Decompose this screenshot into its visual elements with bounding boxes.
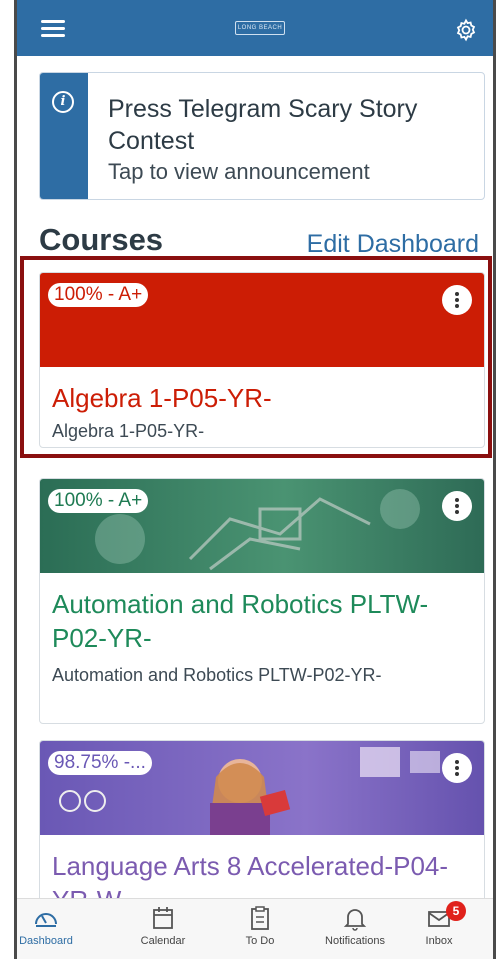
course-card-algebra[interactable]: 100% - A+ Algebra 1-P05-YR- Algebra 1-P0…	[39, 272, 485, 448]
tab-label: To Do	[245, 935, 275, 947]
announcement-subtitle: Tap to view announcement	[108, 159, 370, 184]
tab-dashboard[interactable]: Dashboard	[17, 905, 91, 947]
course-name: Algebra 1-P05-YR-	[52, 383, 272, 413]
announcement-stripe: i	[40, 73, 88, 199]
hamburger-menu-icon[interactable]	[41, 20, 65, 38]
bell-icon	[343, 909, 367, 931]
courses-heading: Courses	[39, 222, 164, 257]
tab-inbox[interactable]: 5 Inbox	[394, 901, 484, 947]
grade-badge: 100% - A+	[48, 489, 149, 513]
todo-icon	[251, 906, 269, 930]
grade-badge: 100% - A+	[48, 283, 149, 307]
tab-notifications[interactable]: Notifications	[310, 905, 400, 947]
tab-label: Notifications	[325, 935, 385, 947]
course-options-icon[interactable]	[442, 285, 472, 315]
app-screen: LONG BEACH i Press Telegram Scary Story …	[14, 0, 496, 959]
top-navigation-bar: LONG BEACH	[17, 0, 493, 56]
course-options-icon[interactable]	[442, 753, 472, 783]
course-name: Automation and Robotics PLTW-P02-YR-	[52, 589, 429, 653]
course-code: Algebra 1-P05-YR-	[52, 421, 205, 441]
gear-icon[interactable]	[454, 18, 478, 42]
bottom-tab-bar: Dashboard Calendar To Do Notifications 5…	[17, 898, 493, 959]
dashboard-icon	[35, 913, 57, 927]
course-options-icon[interactable]	[442, 491, 472, 521]
tab-label: Inbox	[425, 935, 453, 947]
course-card-robotics[interactable]: 100% - A+ Automation and Robotics PLTW-P…	[39, 478, 485, 724]
course-code: Automation and Robotics PLTW-P02-YR-	[52, 665, 382, 685]
edit-dashboard-link[interactable]: Edit Dashboard	[307, 230, 479, 259]
tab-label: Dashboard	[19, 935, 73, 947]
tab-todo[interactable]: To Do	[215, 905, 305, 947]
unread-count-badge: 5	[446, 901, 466, 921]
info-icon: i	[52, 91, 74, 113]
announcement-title: Press Telegram Scary Story Contest	[108, 95, 418, 155]
calendar-icon	[153, 907, 173, 929]
grade-badge: 98.75% -...	[48, 751, 152, 775]
district-logo: LONG BEACH	[235, 21, 285, 35]
tab-label: Calendar	[140, 935, 186, 947]
tab-calendar[interactable]: Calendar	[118, 905, 208, 947]
announcement-card[interactable]: i Press Telegram Scary Story Contest Tap…	[39, 72, 485, 200]
